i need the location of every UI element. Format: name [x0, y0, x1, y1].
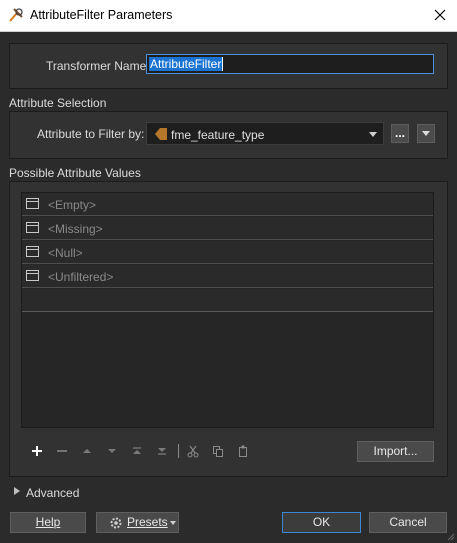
table-row-empty[interactable]: [22, 289, 433, 312]
attribute-filter-label: Attribute to Filter by:: [37, 127, 145, 141]
presets-button[interactable]: Presets: [96, 512, 179, 533]
fme-app-icon: [9, 8, 23, 22]
row-checkbox[interactable]: [26, 198, 39, 209]
row-value: <Unfiltered>: [48, 270, 114, 284]
table-row[interactable]: <Empty>: [22, 193, 433, 216]
chevron-down-icon: [170, 521, 176, 525]
gear-icon: [110, 517, 122, 529]
transformer-name-label: Transformer Name:: [46, 59, 150, 73]
chevron-down-icon: [369, 132, 377, 137]
resize-grip-icon[interactable]: [447, 533, 455, 541]
close-icon[interactable]: [428, 3, 452, 27]
text-caret: [222, 57, 223, 71]
transformer-name-input[interactable]: AttributeFilter: [146, 54, 434, 74]
row-checkbox[interactable]: [26, 270, 39, 281]
attribute-filter-value: fme_feature_type: [171, 128, 265, 142]
paste-icon[interactable]: [236, 444, 250, 458]
row-value: <Null>: [48, 246, 83, 260]
help-button[interactable]: Help: [10, 512, 86, 533]
row-value: <Missing>: [48, 222, 103, 236]
help-label: Help: [35, 515, 61, 529]
cancel-button[interactable]: Cancel: [369, 512, 447, 533]
ok-label: OK: [312, 515, 331, 529]
presets-label: Presets: [127, 515, 168, 529]
ok-button[interactable]: OK: [282, 512, 361, 533]
move-to-top-icon[interactable]: [130, 444, 144, 458]
toolbar-divider: [178, 444, 179, 458]
row-value: <Empty>: [48, 198, 97, 212]
row-checkbox[interactable]: [26, 246, 39, 257]
table-row[interactable]: <Unfiltered>: [22, 265, 433, 288]
attribute-icon: [155, 128, 167, 140]
ellipsis-button[interactable]: ...: [391, 124, 409, 143]
transformer-name-value: AttributeFilter: [149, 57, 223, 71]
ellipsis-label: ...: [394, 126, 405, 140]
title-bar: AttributeFilter Parameters: [0, 0, 457, 32]
table-row[interactable]: <Null>: [22, 241, 433, 264]
values-table: <Empty> <Missing> <Null> <Unfiltered>: [21, 192, 434, 428]
advanced-section-toggle[interactable]: Advanced: [26, 486, 79, 500]
import-label: Import...: [373, 444, 418, 458]
chevron-down-icon: [422, 131, 430, 136]
row-checkbox[interactable]: [26, 222, 39, 233]
cut-icon[interactable]: [186, 444, 200, 458]
chevron-right-icon[interactable]: [14, 487, 20, 495]
attribute-menu-button[interactable]: [417, 124, 435, 143]
move-down-icon[interactable]: [105, 444, 119, 458]
remove-icon[interactable]: [55, 444, 69, 458]
import-button[interactable]: Import...: [357, 441, 434, 462]
move-up-icon[interactable]: [80, 444, 94, 458]
attribute-filter-combo[interactable]: fme_feature_type: [146, 122, 384, 145]
possible-values-heading: Possible Attribute Values: [9, 166, 141, 180]
move-to-bottom-icon[interactable]: [155, 444, 169, 458]
attribute-selection-heading: Attribute Selection: [9, 96, 107, 110]
cancel-label: Cancel: [389, 515, 427, 529]
copy-icon[interactable]: [211, 444, 225, 458]
add-icon[interactable]: [30, 444, 44, 458]
window-title: AttributeFilter Parameters: [30, 8, 173, 22]
table-row[interactable]: <Missing>: [22, 217, 433, 240]
